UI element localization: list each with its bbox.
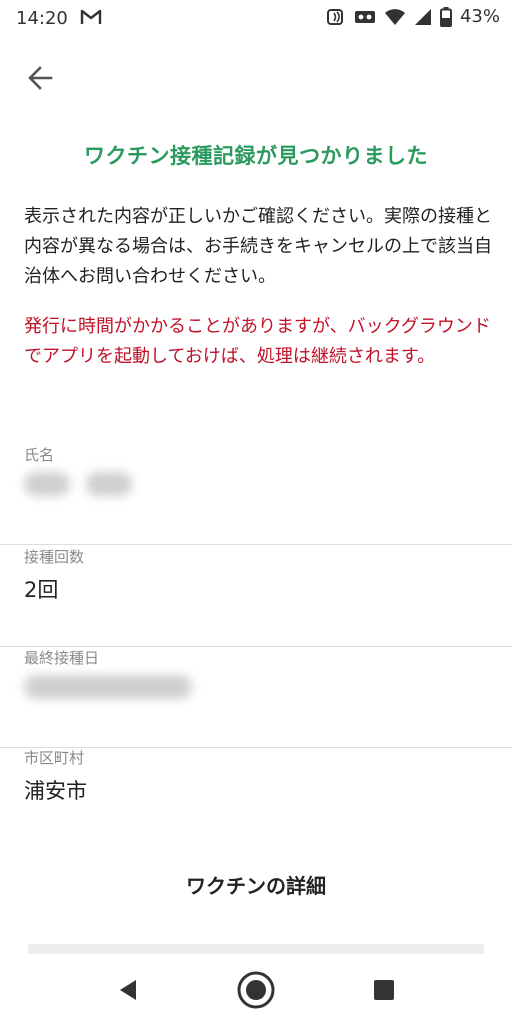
nav-home-icon [237,971,275,1009]
warning-message: 発行に時間がかかることがありますが、バックグラウンドでアプリを起動しておけば、処… [24,316,491,367]
battery-icon [439,6,452,27]
bottom-divider [28,944,484,954]
field-label-dose-count: 接種回数 [24,548,85,566]
voicemail-icon [354,10,375,23]
nav-back-button[interactable] [108,970,148,1010]
field-label-name: 氏名 [24,446,55,464]
navigation-bar [0,954,512,1024]
field-name: 氏名 [0,444,512,545]
nav-recents-icon [374,980,394,1000]
field-value-municipality: 浦安市 [24,779,87,803]
battery-percent: 43% [459,6,500,27]
gmail-icon [80,9,102,24]
field-dose-count: 接種回数 2回 [0,546,512,647]
wifi-icon [384,8,405,25]
field-label-municipality: 市区町村 [24,749,85,767]
back-arrow-icon [28,66,53,90]
vaccine-details-button[interactable]: ワクチンの詳細 [0,858,512,914]
status-bar: 14:20 43% [0,0,512,36]
status-icons: 43% [326,6,500,27]
signal-icon [414,8,431,25]
status-time: 14:20 [16,8,68,29]
field-label-last-date: 最終接種日 [24,649,100,667]
nav-back-icon [120,980,136,1000]
field-municipality: 市区町村 浦安市 [0,747,512,847]
nav-home-button[interactable] [236,970,276,1010]
name-value-redacted [24,470,132,498]
last-date-value-redacted [24,673,192,701]
confirm-message: 表示された内容が正しいかご確認ください。実際の接種と内容が異なる場合は、お手続き… [24,206,492,287]
nav-recents-button[interactable] [364,970,404,1010]
field-last-date: 最終接種日 [0,647,512,748]
back-button[interactable] [20,58,60,98]
page-title: ワクチン接種記録が見つかりました [84,144,428,168]
nfc-icon [326,8,343,25]
field-value-dose-count: 2回 [24,578,59,602]
